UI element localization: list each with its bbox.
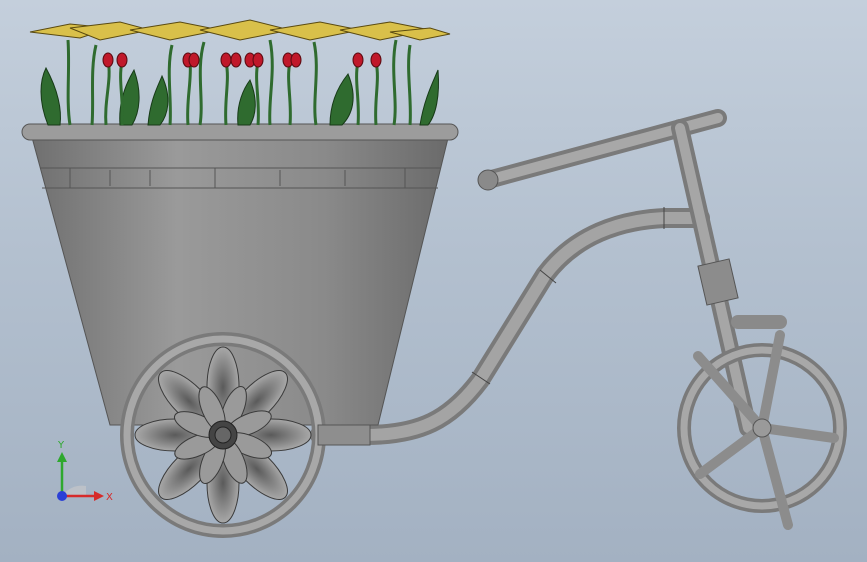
flower-hub-ornament[interactable] xyxy=(134,346,312,524)
coordinate-triad: Y X xyxy=(57,440,113,503)
x-axis-label: X xyxy=(106,492,113,503)
tricycle-planter-model[interactable] xyxy=(0,0,867,562)
graphics-viewport[interactable]: Y X xyxy=(0,0,867,562)
right-wheel[interactable] xyxy=(677,330,847,530)
plants[interactable] xyxy=(29,19,451,126)
planter-pot[interactable] xyxy=(21,123,459,426)
y-axis-label: Y xyxy=(57,440,65,451)
z-axis-icon xyxy=(57,491,67,501)
